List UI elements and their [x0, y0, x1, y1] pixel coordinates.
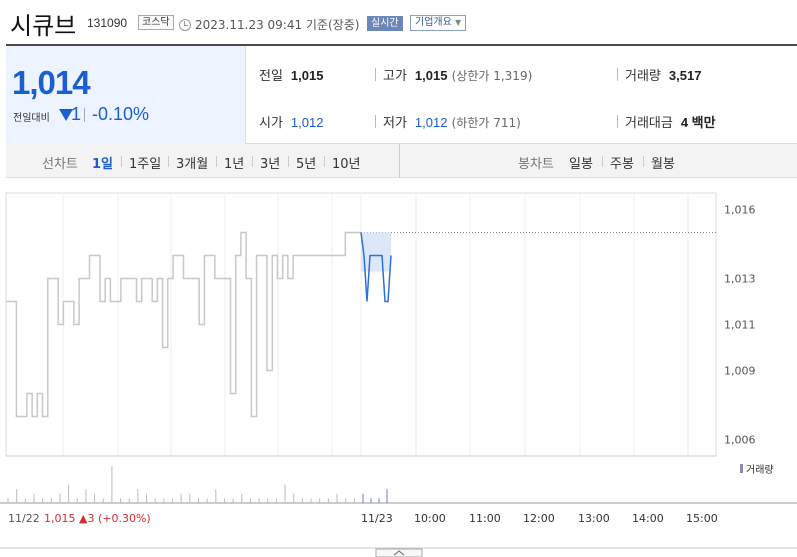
- divider: [252, 156, 253, 167]
- stat-label: 저가: [383, 116, 407, 131]
- y-tick-label: 1,016: [724, 204, 756, 217]
- divider: [399, 144, 400, 178]
- divider: [375, 68, 376, 81]
- stat-high: 고가 1,015 (상한가 1,319): [383, 65, 532, 84]
- divider: [643, 156, 644, 167]
- tab-3y[interactable]: 3년: [260, 153, 280, 172]
- stat-label: 거래량: [625, 69, 661, 84]
- stock-header: 시큐브 131090 코스닥 2023.11.23 09:41 기준(장중) 실…: [0, 0, 797, 44]
- x-tick-label: 15:00: [686, 512, 718, 525]
- tab-1w[interactable]: 1주일: [129, 153, 161, 172]
- stat-volume: 거래량 3,517: [625, 65, 701, 84]
- divider: [617, 115, 618, 128]
- x-tick-label: 11/23: [361, 512, 393, 525]
- diff-value: 1: [71, 104, 82, 124]
- x-tick-label: 11/22: [8, 512, 40, 525]
- diff-label: 전일대비: [13, 113, 50, 124]
- upper-limit: (상한가 1,319): [451, 69, 533, 83]
- stat-prev-close: 전일 1,015: [259, 65, 323, 84]
- price-chart[interactable]: 1,016 1,013 1,011 1,009 1,006 거래량 11/22 1,015 ▲…: [0, 178, 797, 557]
- company-overview-button[interactable]: 기업개요 ▼: [410, 15, 467, 31]
- stat-label: 시가: [259, 116, 283, 131]
- tab-10y[interactable]: 10년: [332, 153, 361, 172]
- tab-3m[interactable]: 3개월: [176, 153, 208, 172]
- stat-value: 1,012: [290, 115, 324, 130]
- divider: [216, 156, 217, 167]
- today-highlight-area: [361, 232, 391, 272]
- chevron-down-icon: ▼: [455, 18, 462, 27]
- y-tick-label: 1,006: [724, 434, 756, 447]
- divider: [288, 156, 289, 167]
- clock-icon: [179, 19, 191, 31]
- candle-chart-label: 봉차트: [518, 157, 554, 172]
- divider: [324, 156, 325, 167]
- x-tick-label: 11:00: [469, 512, 501, 525]
- tab-1d[interactable]: 1일: [92, 153, 113, 172]
- y-tick-label: 1,009: [724, 365, 756, 378]
- lower-limit: (하한가 711): [451, 116, 521, 130]
- tab-1y[interactable]: 1년: [224, 153, 244, 172]
- stat-label: 고가: [383, 69, 407, 84]
- market-badge: 코스닥: [138, 15, 174, 30]
- tab-daily-candle[interactable]: 일봉: [569, 153, 593, 172]
- tab-weekly-candle[interactable]: 주봉: [610, 153, 634, 172]
- divider: [602, 156, 603, 167]
- divider: [121, 156, 122, 167]
- x-tick-label: 12:00: [523, 512, 555, 525]
- stock-name: 시큐브: [10, 12, 77, 40]
- company-overview-label: 기업개요: [415, 17, 452, 28]
- realtime-badge[interactable]: 실시간: [367, 16, 403, 31]
- divider: [375, 115, 376, 128]
- tab-5y[interactable]: 5년: [296, 153, 316, 172]
- stat-open: 시가 1,012: [259, 112, 323, 131]
- prev-day-series-line: [6, 231, 361, 418]
- divider: [617, 68, 618, 81]
- y-tick-label: 1,013: [724, 273, 756, 286]
- stat-value: 1,012: [414, 115, 448, 130]
- prev-day-summary: 1,015 ▲3 (+0.30%): [44, 512, 151, 525]
- x-tick-label: 10:00: [414, 512, 446, 525]
- volume-legend-label: 거래량: [746, 464, 774, 476]
- diff-percent: -0.10%: [92, 104, 150, 124]
- stat-value: 4 백만: [680, 115, 716, 130]
- x-tick-label: 14:00: [632, 512, 664, 525]
- current-price: 1,014: [12, 64, 91, 101]
- tab-monthly-candle[interactable]: 월봉: [651, 153, 675, 172]
- stat-value: 1,015: [290, 68, 324, 83]
- stat-value: 1,015: [414, 68, 448, 83]
- chart-tabbar: 선차트 1일 1주일 3개월 1년 3년 5년 10년 봉차트 일봉 주봉 월봉: [6, 144, 797, 178]
- stat-label: 거래대금: [625, 116, 673, 131]
- timestamp: 2023.11.23 09:41 기준(장중): [195, 18, 360, 32]
- y-tick-label: 1,011: [724, 319, 756, 332]
- stat-value: 3,517: [668, 68, 702, 83]
- price-panel: 1,014 전일대비 1 -0.10% 전일 1,015 고가 1,015 (상한가…: [6, 44, 797, 144]
- stat-label: 전일: [259, 69, 283, 84]
- x-tick-label: 13:00: [578, 512, 610, 525]
- stat-low: 저가 1,012 (하한가 711): [383, 112, 521, 131]
- volume-legend-swatch: [740, 464, 743, 473]
- divider: [84, 108, 85, 122]
- stat-amount: 거래대금 4 백만: [625, 112, 716, 131]
- price-summary: 1,014 전일대비 1 -0.10%: [6, 46, 246, 144]
- divider: [168, 156, 169, 167]
- stock-code: 131090: [87, 16, 128, 30]
- price-chart-svg: 1,016 1,013 1,011 1,009 1,006 거래량 11/22 1,015 ▲…: [0, 192, 797, 557]
- collapse-toggle: [375, 548, 423, 557]
- line-chart-label: 선차트: [42, 157, 78, 172]
